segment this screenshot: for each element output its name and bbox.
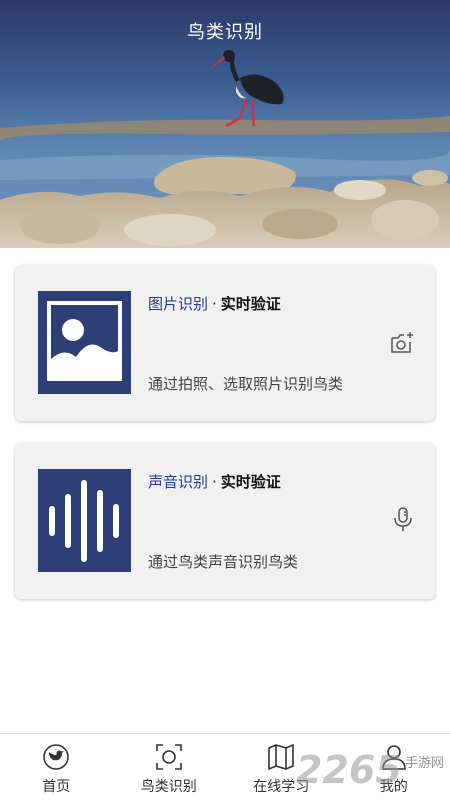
card-title-highlight: 图片识别 [148, 295, 209, 313]
camera-add-icon[interactable] [389, 329, 417, 357]
card-title: 声音识别 · 实时验证 [148, 471, 281, 492]
tab-home[interactable]: 首页 [0, 734, 113, 800]
map-icon [268, 744, 295, 770]
image-icon [38, 291, 131, 394]
bottom-tab-bar: 首页 鸟类识别 在线学习 我的 [0, 733, 450, 800]
photo-recognition-card[interactable]: 图片识别 · 实时验证 通过拍照、选取照片识别鸟类 [15, 265, 435, 421]
tab-mine[interactable]: 我的 [338, 734, 450, 800]
sound-recognition-card[interactable]: 声音识别 · 实时验证 通过鸟类声音识别鸟类 [15, 443, 435, 599]
card-title-highlight: 声音识别 [148, 473, 209, 491]
tab-bird-recognition[interactable]: 鸟类识别 [113, 734, 226, 800]
tab-bird-recognition-label: 鸟类识别 [140, 779, 197, 795]
card-description: 通过鸟类声音识别鸟类 [148, 553, 299, 571]
twitter-bird-icon [43, 744, 70, 770]
card-title-sub: 实时验证 [220, 473, 281, 491]
tab-online-learning[interactable]: 在线学习 [225, 734, 338, 800]
card-title-separator: · [212, 473, 217, 491]
tab-home-label: 首页 [42, 779, 71, 795]
tab-mine-label: 我的 [379, 779, 408, 795]
hero-banner: 鸟类识别 [0, 0, 450, 248]
card-title-sub: 实时验证 [220, 295, 281, 313]
microphone-icon[interactable] [389, 505, 417, 533]
user-icon [381, 745, 406, 770]
card-title: 图片识别 · 实时验证 [148, 293, 281, 314]
card-description: 通过拍照、选取照片识别鸟类 [148, 375, 344, 393]
card-title-separator: · [212, 295, 217, 313]
scan-icon [155, 744, 182, 770]
tab-online-learning-label: 在线学习 [253, 779, 310, 795]
page-title: 鸟类识别 [187, 22, 263, 43]
soundwave-icon [38, 469, 131, 572]
